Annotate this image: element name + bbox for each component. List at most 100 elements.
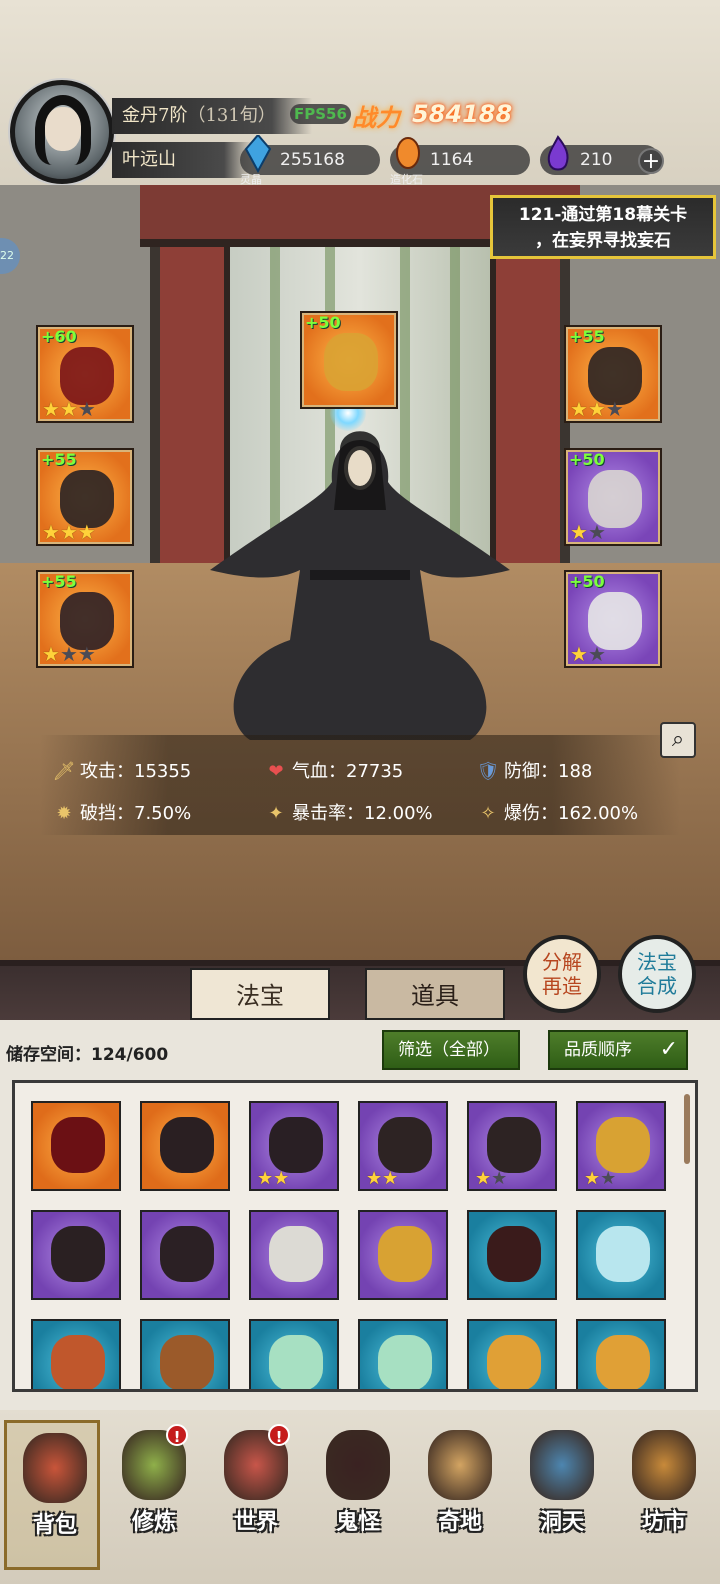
star-icon: ★ (366, 1168, 383, 1189)
star-icon: ★ (42, 520, 60, 544)
equipment-slot[interactable]: +55 ★★★ (36, 448, 134, 546)
rank-text: 金丹7阶 (122, 105, 188, 126)
inventory-item[interactable] (576, 1210, 666, 1300)
inventory-item[interactable] (140, 1210, 230, 1300)
inventory-item[interactable] (249, 1319, 339, 1389)
resource-value: 1164 (430, 150, 474, 170)
inventory-item[interactable] (31, 1101, 121, 1191)
item-art (269, 1335, 323, 1389)
inventory-item[interactable] (31, 1210, 121, 1300)
market-stall-icon (632, 1430, 696, 1500)
star-rating: ★★ (584, 1168, 616, 1189)
star-icon: ★ (570, 520, 588, 544)
inventory-item[interactable]: ★★ (576, 1101, 666, 1191)
enhance-level: +50 (569, 450, 605, 469)
star-icon: ★ (584, 1168, 601, 1189)
nav-label: 世界 (233, 1509, 278, 1535)
synthesize-label-1: 法宝 (637, 950, 677, 974)
item-art (378, 1117, 432, 1173)
shield-icon: 🛡 (476, 761, 500, 782)
alert-badge: ! (166, 1424, 188, 1446)
player-name: 叶远山 (112, 142, 252, 178)
stat-crit-rate: ✦ 暴击率：12.00% (264, 799, 433, 825)
item-art (160, 1226, 214, 1282)
inventory-item[interactable]: ★★ (358, 1101, 448, 1191)
item-art (378, 1335, 432, 1389)
meditating-character (210, 431, 510, 740)
star-icon: ★ (587, 520, 606, 544)
star-icon: ★ (587, 642, 606, 666)
equipment-slot[interactable]: +55 ★★★ (36, 570, 134, 668)
decompose-button[interactable]: 分解 再造 (523, 935, 601, 1013)
item-art (160, 1117, 214, 1173)
tab-items[interactable]: 道具 (365, 968, 505, 1020)
equipment-slot[interactable]: +50 ★★ (564, 448, 662, 546)
star-rating: ★★★ (570, 397, 624, 421)
inventory-item[interactable]: ★★ (249, 1101, 339, 1191)
stat-crit-damage: ✧ 爆伤：162.00% (476, 799, 638, 825)
inventory-item[interactable]: ★★ (467, 1101, 557, 1191)
mountain-icon (428, 1430, 492, 1500)
inventory-item[interactable] (358, 1210, 448, 1300)
add-resource-button[interactable]: + (638, 148, 664, 174)
power-value: 584188 (412, 100, 513, 128)
nav-item-scroll[interactable]: ! 世界 (208, 1420, 304, 1570)
sort-label: 品质顺序 (564, 1040, 632, 1060)
inventory-item[interactable] (576, 1319, 666, 1389)
inventory-item[interactable] (140, 1319, 230, 1389)
bag-icon (23, 1433, 87, 1503)
chevron-down-icon: ✓ (659, 1037, 678, 1062)
filter-dropdown[interactable]: 筛选（全部） (382, 1030, 520, 1070)
enhance-level: +55 (569, 327, 605, 346)
item-art (596, 1117, 650, 1173)
storage-capacity: 储存空间：124/600 (6, 1045, 169, 1065)
inventory-item[interactable] (467, 1319, 557, 1389)
inventory-item[interactable] (358, 1319, 448, 1389)
stat-text: 暴击率：12.00% (292, 803, 433, 824)
sort-dropdown[interactable]: 品质顺序 ✓ (548, 1030, 688, 1070)
enhance-level: +50 (569, 572, 605, 591)
nav-item-lotus[interactable]: ! 修炼 (106, 1420, 202, 1570)
star-rating: ★★ (475, 1168, 507, 1189)
equipment-art (324, 333, 378, 391)
enhance-level: +55 (41, 450, 77, 469)
equipment-slot[interactable]: +60 ★★★ (36, 325, 134, 423)
tab-band (0, 960, 720, 1020)
equipment-slot[interactable]: +50 ★★ (564, 570, 662, 668)
item-art (487, 1117, 541, 1173)
star-icon: ★ (59, 520, 78, 544)
stat-text: 气血：27735 (292, 761, 404, 782)
item-art (51, 1117, 105, 1173)
nav-item-portal[interactable]: 洞天 (514, 1420, 610, 1570)
nav-label: 修炼 (131, 1509, 176, 1535)
item-art (160, 1335, 214, 1389)
quest-banner[interactable]: 121-通过第18幕关卡 ，在妄界寻找妄石 (490, 195, 716, 259)
magnifier-icon[interactable]: ⌕ (660, 722, 696, 758)
power-label: 战力 (352, 103, 400, 132)
resource-crystal[interactable]: 灵晶 255168 (240, 133, 380, 186)
sword-icon: 🗡 (52, 761, 76, 782)
star-icon: ★ (257, 1168, 274, 1189)
item-art (596, 1335, 650, 1389)
equipment-slot[interactable]: +55 ★★★ (564, 325, 662, 423)
resource-stone[interactable]: 造化石 1164 (390, 137, 530, 186)
scrollbar[interactable] (684, 1094, 690, 1164)
enhance-level: +60 (41, 327, 77, 346)
synthesize-button[interactable]: 法宝 合成 (618, 935, 696, 1013)
player-avatar[interactable] (10, 80, 114, 184)
nav-item-demon-egg[interactable]: 鬼怪 (310, 1420, 406, 1570)
inventory-item[interactable] (249, 1210, 339, 1300)
item-art (487, 1335, 541, 1389)
star-icon: ★ (587, 397, 606, 421)
nav-item-market-stall[interactable]: 坊市 (616, 1420, 712, 1570)
tab-treasure[interactable]: 法宝 (190, 968, 330, 1020)
nav-item-mountain[interactable]: 奇地 (412, 1420, 508, 1570)
inventory-item[interactable] (31, 1319, 121, 1389)
equipment-slot[interactable]: +50 (300, 311, 398, 409)
star-rating: ★★★ (42, 397, 96, 421)
nav-item-bag[interactable]: 背包 (4, 1420, 100, 1570)
inventory-item[interactable] (467, 1210, 557, 1300)
inventory-item[interactable] (140, 1101, 230, 1191)
stat-shield: 🛡 防御：188 (476, 757, 593, 783)
enhance-level: +55 (41, 572, 77, 591)
